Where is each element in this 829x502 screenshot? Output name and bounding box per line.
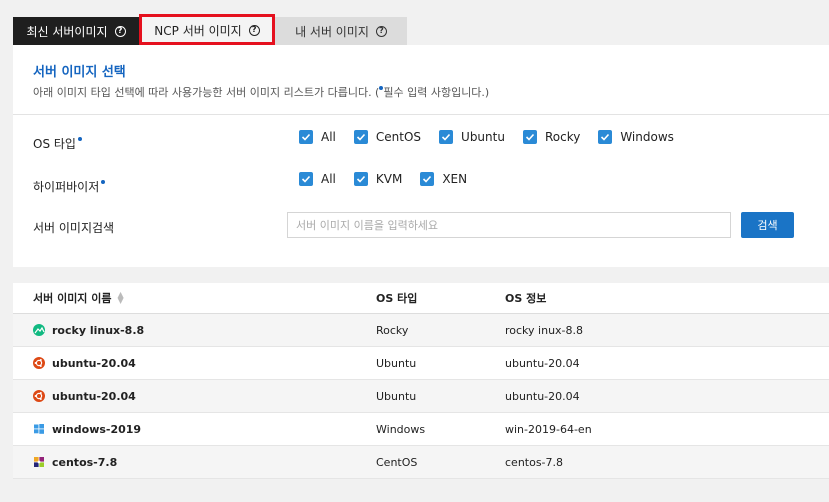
option-label: XEN: [442, 172, 468, 186]
tab-latest-images[interactable]: 최신 서버이미지 ?: [13, 17, 139, 45]
centos-icon: [33, 456, 45, 468]
option-label: KVM: [375, 172, 403, 186]
os-option-centos[interactable]: CentOS: [353, 130, 422, 144]
search-button[interactable]: 검색: [741, 212, 794, 238]
tab-label: NCP 서버 이미지: [154, 23, 242, 38]
sort-icon[interactable]: ▲ ▼: [118, 291, 124, 305]
image-name: centos-7.8: [52, 455, 118, 469]
windows-icon: [33, 423, 45, 435]
ubuntu-icon: [33, 390, 45, 402]
image-name: windows-2019: [52, 422, 142, 436]
tab-my-images[interactable]: 내 서버 이미지 ?: [275, 17, 407, 45]
option-label: Ubuntu: [461, 130, 505, 144]
help-icon[interactable]: ?: [375, 25, 387, 37]
panel-title: 서버 이미지 선택: [33, 65, 126, 80]
os-option-rocky[interactable]: Rocky: [522, 130, 581, 144]
tab-label: 내 서버 이미지: [295, 24, 369, 39]
image-tabs: 최신 서버이미지 ? NCP 서버 이미지 ? 내 서버 이미지 ?: [13, 14, 407, 45]
image-search-label: 서버 이미지검색: [33, 221, 115, 235]
table-row[interactable]: rocky linux-8.8 Rocky rocky inux-8.8: [13, 314, 829, 347]
column-header-os-type: OS 타입: [376, 292, 418, 305]
os-info-cell: win-2019-64-en: [505, 422, 592, 436]
hypervisor-option-kvm[interactable]: KVM: [353, 172, 403, 186]
checkbox-checked-icon[interactable]: [353, 130, 368, 144]
os-option-all[interactable]: All: [299, 130, 336, 144]
table-row[interactable]: windows-2019 Windows win-2019-64-en: [13, 413, 829, 446]
os-type-cell: Rocky: [376, 323, 409, 337]
os-info-cell: centos-7.8: [505, 455, 564, 469]
checkbox-checked-icon[interactable]: [439, 130, 454, 144]
image-filter-panel: 서버 이미지 선택 아래 이미지 타입 선택에 따라 사용가능한 서버 이미지 …: [13, 45, 829, 267]
tab-ncp-images[interactable]: NCP 서버 이미지 ?: [139, 14, 275, 45]
checkbox-checked-icon[interactable]: [299, 172, 313, 186]
image-search-input[interactable]: [287, 212, 731, 238]
option-label: Rocky: [544, 130, 581, 144]
image-name: ubuntu-20.04: [52, 356, 136, 370]
checkbox-checked-icon[interactable]: [420, 172, 435, 186]
image-name: ubuntu-20.04: [52, 389, 136, 403]
os-option-ubuntu[interactable]: Ubuntu: [439, 130, 505, 144]
os-info-cell: ubuntu-20.04: [505, 356, 580, 370]
hypervisor-label: 하이퍼바이저: [33, 178, 106, 195]
hypervisor-option-xen[interactable]: XEN: [420, 172, 467, 186]
hypervisor-option-all[interactable]: All: [299, 172, 336, 186]
os-type-options: All CentOS Ubuntu Rocky Windows: [299, 130, 692, 144]
checkbox-checked-icon[interactable]: [522, 130, 537, 144]
hypervisor-options: All KVM XEN: [299, 172, 485, 186]
option-label: All: [321, 130, 336, 144]
rocky-icon: [33, 324, 45, 336]
checkbox-checked-icon[interactable]: [299, 130, 313, 144]
option-label: All: [321, 172, 336, 186]
table-row[interactable]: ubuntu-20.04 Ubuntu ubuntu-20.04: [13, 347, 829, 380]
panel-description: 아래 이미지 타입 선택에 따라 사용가능한 서버 이미지 리스트가 다릅니다.…: [33, 84, 489, 100]
help-icon[interactable]: ?: [114, 25, 126, 37]
checkbox-checked-icon[interactable]: [353, 172, 368, 186]
required-dot-icon: [77, 137, 82, 141]
tab-label: 최신 서버이미지: [26, 24, 108, 39]
checkbox-checked-icon[interactable]: [598, 130, 613, 144]
os-option-windows[interactable]: Windows: [598, 130, 674, 144]
os-info-cell: ubuntu-20.04: [505, 389, 580, 403]
os-type-cell: Windows: [376, 422, 426, 436]
column-header-os-info: OS 정보: [505, 292, 547, 305]
table-header: 서버 이미지 이름 ▲ ▼ OS 타입 OS 정보: [13, 283, 829, 314]
os-info-cell: rocky inux-8.8: [505, 323, 584, 337]
description-text: 아래 이미지 타입 선택에 따라 사용가능한 서버 이미지 리스트가 다릅니다.…: [33, 86, 380, 99]
image-name: rocky linux-8.8: [52, 323, 145, 337]
os-type-cell: Ubuntu: [376, 356, 417, 370]
os-type-label-text: OS 타입: [33, 137, 76, 151]
description-text-end: 필수 입력 사항입니다.): [383, 86, 490, 99]
required-dot-icon: [101, 180, 106, 184]
column-header-label: 서버 이미지 이름: [33, 292, 112, 305]
option-label: Windows: [620, 130, 674, 144]
os-type-cell: CentOS: [376, 455, 418, 469]
table-row[interactable]: ubuntu-20.04 Ubuntu ubuntu-20.04: [13, 380, 829, 413]
option-label: CentOS: [375, 130, 422, 144]
os-type-cell: Ubuntu: [376, 389, 417, 403]
help-icon[interactable]: ?: [248, 24, 260, 36]
server-image-table: 서버 이미지 이름 ▲ ▼ OS 타입 OS 정보 rocky linux-8.8 …: [13, 283, 829, 479]
table-row[interactable]: centos-7.8 CentOS centos-7.8: [13, 446, 829, 479]
column-header-name[interactable]: 서버 이미지 이름 ▲ ▼: [13, 290, 376, 306]
ubuntu-icon: [33, 357, 45, 369]
divider: [13, 114, 829, 115]
hypervisor-label-text: 하이퍼바이저: [33, 180, 100, 194]
os-type-label: OS 타입: [33, 135, 82, 152]
